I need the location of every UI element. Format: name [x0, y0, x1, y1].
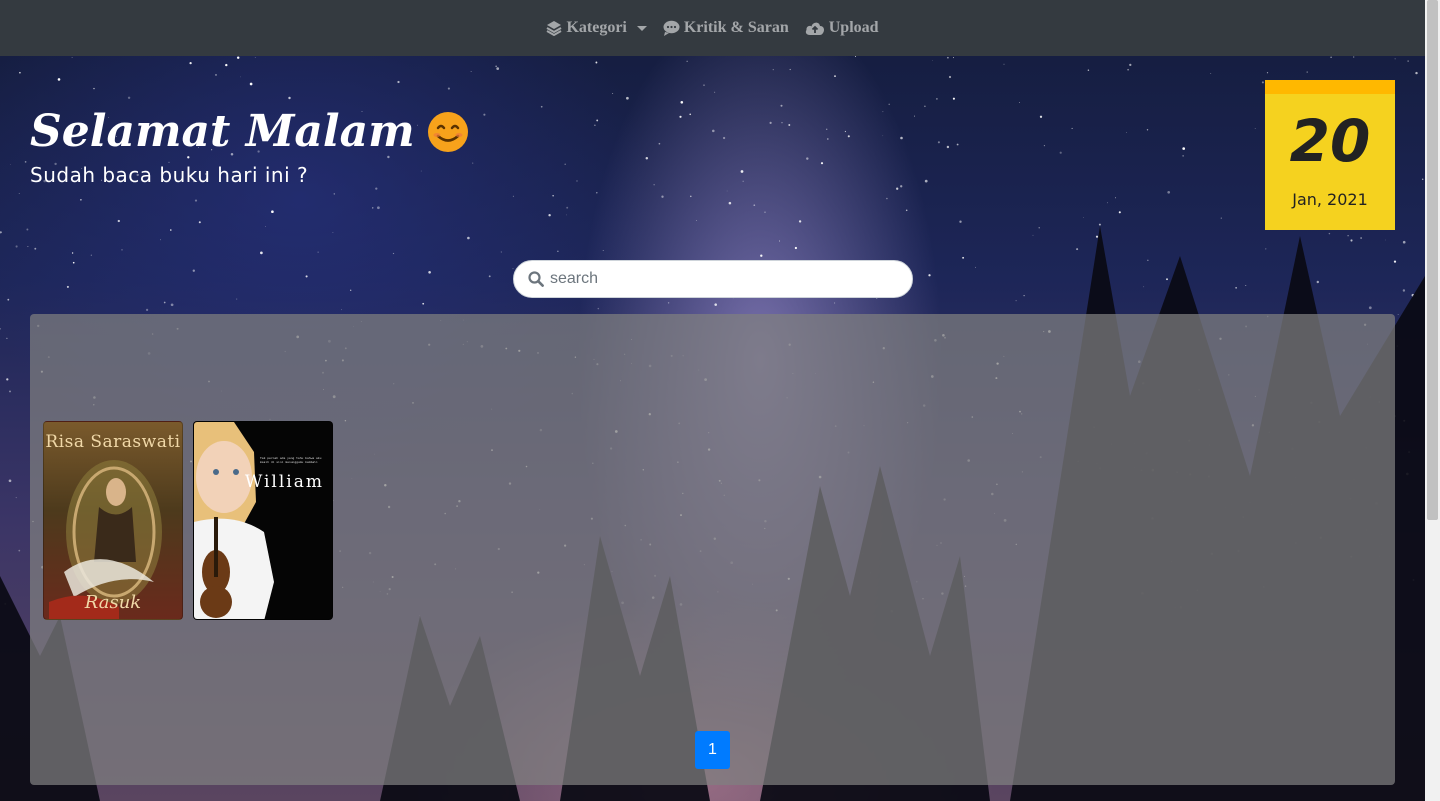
- nav-item-upload[interactable]: Upload: [805, 19, 879, 37]
- greeting-title-text: Selamat Malam: [30, 106, 415, 157]
- smiling-face-icon: [427, 112, 468, 152]
- book-card-william[interactable]: Tak pernah ada yang tahu bahwa aku masih…: [193, 421, 333, 620]
- book-list-panel: Risa Saraswati Rasuk Tak pernah ada yang…: [30, 314, 1395, 785]
- calendar-day: 20: [1289, 107, 1371, 175]
- book-title: William: [244, 472, 324, 492]
- greeting-title: Selamat Malam: [30, 103, 469, 161]
- cloud-upload-icon: [805, 22, 824, 35]
- nav-item-kritik-saran[interactable]: Kritik & Saran: [663, 19, 789, 37]
- calendar-header-strip: [1265, 80, 1395, 94]
- book-blurb: Tak pernah ada yang tahu bahwa aku masih…: [260, 456, 322, 464]
- chevron-down-icon: [636, 25, 647, 31]
- book-title: Rasuk: [84, 592, 142, 613]
- date-calendar-card: 20 Jan, 2021: [1265, 80, 1395, 230]
- book-cover-illustration: [194, 422, 274, 619]
- book-grid: Risa Saraswati Rasuk Tak pernah ada yang…: [43, 421, 333, 620]
- search-input[interactable]: [550, 270, 890, 288]
- book-card-rasuk[interactable]: Risa Saraswati Rasuk: [43, 421, 183, 620]
- nav-item-kategori[interactable]: Kategori: [546, 19, 647, 37]
- scrollbar-thumb[interactable]: [1427, 0, 1438, 520]
- search-box[interactable]: [513, 260, 913, 298]
- comment-icon: [663, 20, 680, 36]
- pagination-page-1[interactable]: 1: [695, 731, 730, 769]
- book-author: Risa Saraswati: [45, 432, 181, 452]
- page-scrollbar[interactable]: [1425, 0, 1440, 801]
- greeting-block: Selamat Malam Sudah baca buku hari ini ?: [30, 103, 469, 187]
- nav-label-kritik-saran: Kritik & Saran: [683, 19, 789, 36]
- nav-label-upload: Upload: [828, 19, 879, 36]
- nav-label-kategori: Kategori: [566, 19, 627, 36]
- calendar-month-year: Jan, 2021: [1292, 190, 1368, 209]
- search-icon: [528, 271, 544, 287]
- layers-icon: [546, 21, 562, 36]
- greeting-subtitle: Sudah baca buku hari ini ?: [30, 163, 309, 187]
- top-navbar: Kategori Kritik & Saran Upload: [0, 0, 1425, 56]
